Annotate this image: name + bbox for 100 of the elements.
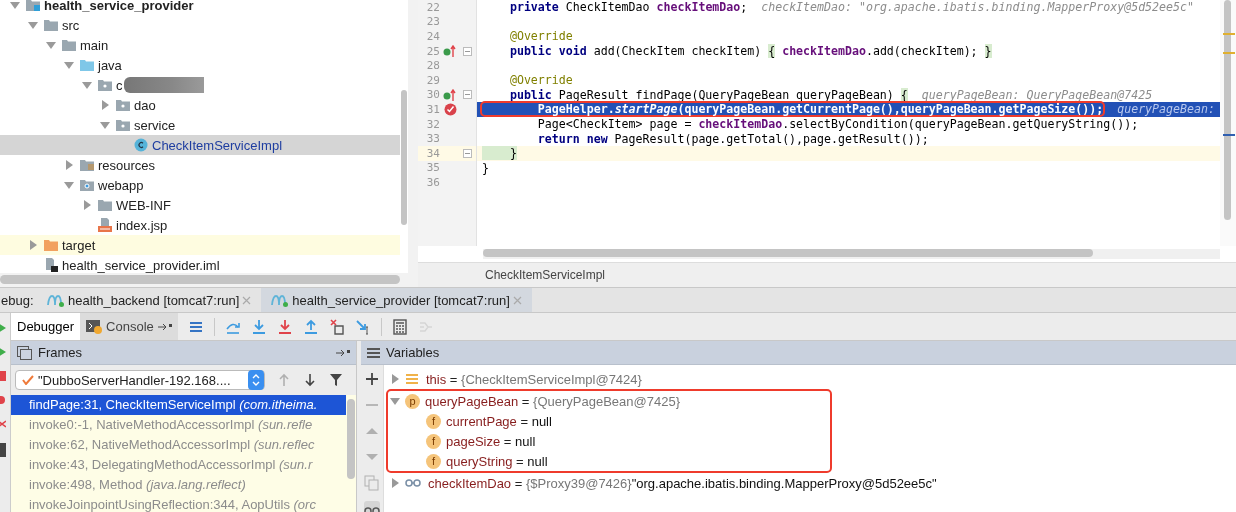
tree-item[interactable]: CheckItemServiceImpl <box>0 135 400 155</box>
thread-dropdown[interactable]: "DubboServerHandler-192.168.... <box>15 370 265 390</box>
code-line: PageHelper.startPage(queryPageBean.getCurrentPage(),queryPageBean.getPageSize()); <box>482 103 1104 116</box>
pin-icon[interactable] <box>157 322 172 331</box>
expand-caret-icon[interactable] <box>390 374 400 384</box>
variable-entry[interactable]: queryPageBean = {QueryPageBean@7425} <box>425 393 680 409</box>
variable-entry[interactable]: this = {CheckItemServiceImpl@7424} <box>426 371 642 387</box>
fold-icon[interactable] <box>462 148 472 158</box>
line-number: 24 <box>425 30 440 43</box>
breadcrumb[interactable]: CheckItemServiceImpl <box>485 268 606 282</box>
expand-caret-icon[interactable] <box>100 100 110 110</box>
inline-value-hint: queryPageBean: QueryPageBean@7425 <box>921 87 1153 102</box>
variable-entry[interactable]: queryString = null <box>446 453 548 469</box>
tree-item[interactable]: WEB-INF <box>0 195 400 215</box>
resources-folder-icon <box>80 159 94 171</box>
code-line: return new PageResult(page.getTotal(),page.getResult()); <box>536 132 929 145</box>
variable-type-badge: p <box>405 393 420 409</box>
expand-caret-icon[interactable] <box>10 0 20 10</box>
code-line: private CheckItemDao checkItemDao; <box>508 1 748 14</box>
expand-caret-icon[interactable] <box>28 240 38 250</box>
drop-frame-icon[interactable] <box>328 318 345 335</box>
tab-label: health_service_provider [tomcat7:run] <box>292 292 510 308</box>
tree-item[interactable]: c <box>0 75 400 95</box>
line-number: 35 <box>425 161 440 175</box>
menu-icon[interactable] <box>367 346 380 359</box>
expand-caret-icon[interactable] <box>64 60 74 70</box>
plus-icon[interactable] <box>364 371 380 387</box>
expand-caret-icon[interactable] <box>82 200 92 210</box>
stack-frame[interactable]: findPage:31, CheckItemServiceImpl (com.itheima. <box>11 395 346 415</box>
tree-item-label: CheckItemServiceImpl <box>152 137 283 153</box>
expand-caret-icon[interactable] <box>390 478 400 488</box>
frames-icon <box>17 345 32 360</box>
tree-item-label: index.jsp <box>116 217 168 233</box>
variable-entry[interactable]: checkItemDao = {$Proxy39@7426}"org.apache.ibatis.binding.MapperProxy@5d52ee5c" <box>428 475 937 491</box>
tree-item[interactable]: dao <box>0 95 400 115</box>
expand-caret-icon[interactable] <box>390 396 400 406</box>
run-config-tab[interactable]: health_backend [tomcat7:run] <box>37 288 262 312</box>
rerun-icon[interactable] <box>0 323 6 333</box>
debugger-tab[interactable]: Console <box>80 313 178 340</box>
tree-item[interactable]: service <box>0 115 400 135</box>
step-into-icon[interactable] <box>250 318 267 335</box>
scrollbar[interactable] <box>0 273 408 287</box>
line-number: 31 <box>425 102 440 116</box>
line-number: 36 <box>425 175 440 189</box>
variable-entry[interactable]: currentPage = null <box>446 413 552 429</box>
pin-icon[interactable] <box>336 348 350 357</box>
override-marker-icon[interactable] <box>443 88 457 101</box>
step-out-icon[interactable] <box>302 318 319 335</box>
object-icon <box>405 372 419 386</box>
breakpoints-icon[interactable] <box>0 395 6 405</box>
tree-item[interactable]: main <box>0 35 400 55</box>
expand-caret-icon[interactable] <box>82 80 92 90</box>
module-file-icon <box>44 258 58 272</box>
code-line: public void add(CheckItem checkItem) { checkItemDao.add(checkItem); } <box>508 45 992 58</box>
line-number: 28 <box>425 59 440 73</box>
panel-title: Frames <box>38 345 83 360</box>
line-number: 22 <box>425 0 440 14</box>
expand-caret-icon[interactable] <box>28 20 38 30</box>
scrollbar[interactable] <box>483 249 1220 259</box>
filter-icon[interactable] <box>329 373 343 387</box>
mute-icon[interactable] <box>0 419 6 429</box>
fold-icon[interactable] <box>462 46 472 56</box>
tree-item-label: main <box>80 37 109 53</box>
expand-caret-icon[interactable] <box>64 160 74 170</box>
breakpoint-icon[interactable] <box>443 102 457 116</box>
close-icon[interactable] <box>242 295 252 305</box>
arrow-down-icon[interactable] <box>303 373 317 387</box>
folder-icon <box>98 199 112 211</box>
close-icon[interactable] <box>512 295 522 305</box>
scrollbar[interactable] <box>1220 0 1236 246</box>
tree-item-label: health_service_provider <box>44 0 194 13</box>
tree-item[interactable]: index.jsp <box>0 215 400 235</box>
variable-entry[interactable]: pageSize = null <box>446 433 536 449</box>
debugger-tab[interactable]: Debugger <box>11 313 81 340</box>
expand-caret-icon[interactable] <box>46 40 56 50</box>
inline-value-hint: queryPageBean: <box>1117 102 1215 117</box>
run-to-cursor-icon[interactable] <box>354 318 371 335</box>
resume-icon[interactable] <box>0 347 6 357</box>
tree-item-label: WEB-INF <box>116 197 171 213</box>
glasses-icon <box>405 478 421 488</box>
tree-item[interactable]: src <box>0 15 400 35</box>
tree-item[interactable]: java <box>0 55 400 75</box>
force-step-into-icon[interactable] <box>276 318 293 335</box>
run-config-tab[interactable]: health_service_provider [tomcat7:run] <box>261 288 532 312</box>
package-folder-icon <box>116 99 130 111</box>
fold-icon[interactable] <box>462 90 472 100</box>
override-marker-icon[interactable] <box>443 45 457 58</box>
maven-icon <box>271 293 290 307</box>
dropdown-stepper-icon <box>248 370 264 390</box>
tab-label: Console <box>106 319 154 334</box>
tree-item[interactable]: health_service_provider.iml <box>0 255 400 273</box>
tree-item[interactable]: health_service_provider <box>0 0 400 15</box>
tree-item[interactable]: webapp <box>0 175 400 195</box>
tab-label: health_backend [tomcat7:run] <box>68 292 240 308</box>
tree-item[interactable]: target <box>0 235 400 255</box>
expand-caret-icon[interactable] <box>100 120 110 130</box>
evaluate-icon[interactable] <box>391 318 408 335</box>
expand-caret-icon[interactable] <box>64 180 74 190</box>
tree-item[interactable]: resources <box>0 155 400 175</box>
tree-item-label: target <box>62 237 96 253</box>
